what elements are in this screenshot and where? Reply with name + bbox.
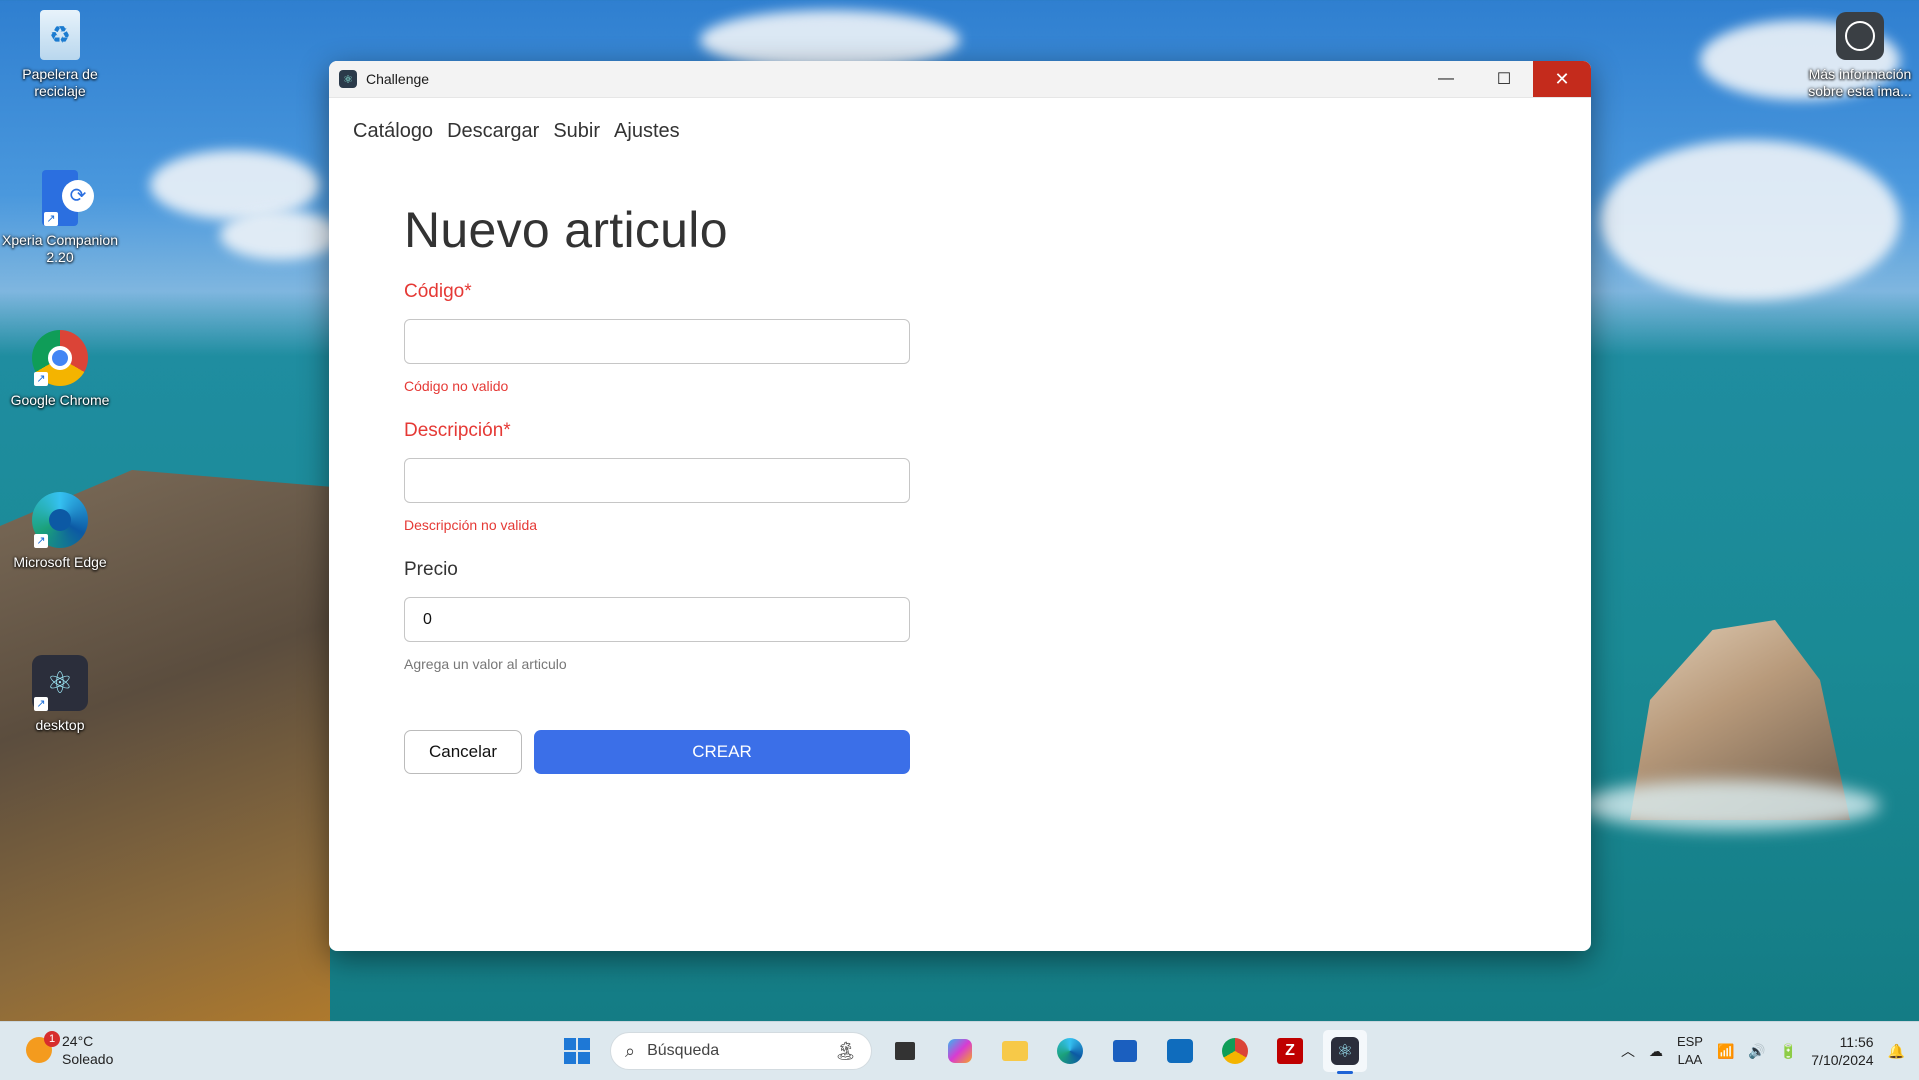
filezilla-button[interactable]: Z <box>1268 1030 1312 1072</box>
create-button[interactable]: CREAR <box>534 730 910 774</box>
outlook-button[interactable] <box>1158 1030 1202 1072</box>
task-view-button[interactable] <box>883 1030 927 1072</box>
codigo-label: Código* <box>404 281 472 302</box>
desktop-icon-electron[interactable]: ⚛ ↗ desktop <box>0 655 120 734</box>
chrome-icon <box>1222 1038 1248 1064</box>
shortcut-arrow-icon: ↗ <box>44 212 58 226</box>
app-window: ⚛ Challenge — ☐ ✕ Catálogo Descargar Sub… <box>329 61 1591 951</box>
lang-bottom: LAA <box>1677 1052 1703 1067</box>
chrome-icon: ↗ <box>32 330 88 386</box>
store-icon <box>1113 1040 1137 1062</box>
cloud <box>150 150 320 220</box>
cloud <box>220 210 340 260</box>
taskbar-center: ⌕ Búsqueda 🏝 Z ⚛ <box>555 1030 1367 1074</box>
chrome-button[interactable] <box>1213 1030 1257 1072</box>
codigo-error: Código no valido <box>404 378 509 394</box>
desktop-info-widget[interactable]: Más información sobre esta ima... <box>1800 12 1919 100</box>
desktop-icon-label: Google Chrome <box>10 392 110 408</box>
nav-subir[interactable]: Subir <box>553 120 600 143</box>
nav-catalogo[interactable]: Catálogo <box>353 120 433 143</box>
chevron-up-icon[interactable]: ︿ <box>1621 1041 1635 1061</box>
desktop-icon-recycle-bin[interactable]: ♻ Papelera de reciclaje <box>0 10 120 100</box>
clock-time: 11:56 <box>1839 1034 1874 1050</box>
bell-icon[interactable]: 🔔 <box>1888 1043 1905 1060</box>
edge-icon <box>1057 1038 1083 1064</box>
sun-icon: 1 <box>26 1031 60 1063</box>
search-box[interactable]: ⌕ Búsqueda 🏝 <box>610 1032 872 1070</box>
precio-helper: Agrega un valor al articulo <box>404 656 567 672</box>
info-widget-label: Más información sobre esta ima... <box>1808 66 1912 99</box>
notification-badge: 1 <box>44 1031 60 1047</box>
edge-icon: ↗ <box>32 492 88 548</box>
onedrive-icon[interactable]: ☁ <box>1649 1043 1663 1060</box>
recycle-bin-icon: ♻ <box>40 10 80 60</box>
codigo-input[interactable] <box>404 319 910 364</box>
main-nav: Catálogo Descargar Subir Ajustes <box>329 98 1591 143</box>
desktop-icon-label: Microsoft Edge <box>13 554 107 570</box>
form-actions: Cancelar CREAR <box>404 730 912 774</box>
new-article-form: Nuevo articulo Código* Código no valido … <box>404 201 912 774</box>
descripcion-label: Descripción* <box>404 420 511 441</box>
page-title: Nuevo articulo <box>404 202 728 258</box>
system-tray: ︿ ☁ ESP LAA 📶 🔊 🔋 11:56 7/10/2024 🔔 <box>1621 1030 1919 1072</box>
electron-icon: ⚛ ↗ <box>32 655 88 711</box>
clock[interactable]: 11:56 7/10/2024 <box>1811 1033 1873 1069</box>
desktop-icon-label: desktop <box>35 717 85 733</box>
shortcut-arrow-icon: ↗ <box>34 697 48 711</box>
camera-icon <box>1836 12 1884 60</box>
window-controls: — ☐ ✕ <box>1417 61 1591 97</box>
wifi-icon[interactable]: 📶 <box>1717 1043 1734 1060</box>
desktop-icon-xperia[interactable]: ⟳ ↗ Xperia Companion 2.20 <box>0 170 120 266</box>
volume-icon[interactable]: 🔊 <box>1748 1043 1765 1060</box>
cloud <box>1600 140 1900 300</box>
close-button[interactable]: ✕ <box>1533 61 1591 97</box>
start-button[interactable] <box>555 1030 599 1072</box>
windows-logo-icon <box>564 1038 590 1064</box>
search-icon: ⌕ <box>625 1040 636 1061</box>
cancel-button[interactable]: Cancelar <box>404 730 522 774</box>
shortcut-arrow-icon: ↗ <box>34 534 48 548</box>
desktop-icon-label: Xperia Companion 2.20 <box>2 232 118 265</box>
electron-app-button[interactable]: ⚛ <box>1323 1030 1367 1074</box>
nav-descargar[interactable]: Descargar <box>447 120 539 143</box>
search-placeholder: Búsqueda <box>647 1042 720 1059</box>
sea-foam <box>1580 780 1880 830</box>
filezilla-icon: Z <box>1277 1038 1303 1064</box>
file-explorer-icon <box>1002 1041 1028 1061</box>
title-bar: ⚛ Challenge — ☐ ✕ <box>329 61 1591 98</box>
store-button[interactable] <box>1103 1030 1147 1072</box>
minimize-button[interactable]: — <box>1417 61 1475 97</box>
desktop-icon-chrome[interactable]: ↗ Google Chrome <box>0 330 120 409</box>
weather-widget[interactable]: 1 24°C Soleado <box>26 1031 114 1068</box>
xperia-icon: ⟳ ↗ <box>42 170 94 226</box>
descripcion-input[interactable] <box>404 458 910 503</box>
descripcion-error: Descripción no valida <box>404 517 538 533</box>
maximize-button[interactable]: ☐ <box>1475 61 1533 97</box>
desktop-icon-edge[interactable]: ↗ Microsoft Edge <box>0 492 120 571</box>
weather-condition: Soleado <box>62 1051 114 1067</box>
electron-icon: ⚛ <box>339 70 357 88</box>
precio-input[interactable] <box>404 597 910 642</box>
copilot-icon <box>948 1039 972 1063</box>
taskbar: 1 24°C Soleado ⌕ Búsqueda 🏝 Z ⚛ ︿ ☁ ESP … <box>0 1021 1919 1080</box>
file-explorer-button[interactable] <box>993 1030 1037 1072</box>
weather-temp: 24°C <box>62 1033 94 1049</box>
island-illustration-icon: 🏝 <box>834 1040 857 1061</box>
lang-top: ESP <box>1676 1034 1703 1049</box>
nav-ajustes[interactable]: Ajustes <box>614 120 680 143</box>
electron-icon: ⚛ <box>1331 1037 1359 1065</box>
battery-icon[interactable]: 🔋 <box>1780 1043 1797 1060</box>
task-view-icon <box>895 1042 915 1060</box>
language-indicator[interactable]: ESP LAA <box>1677 1033 1703 1069</box>
window-title: Challenge <box>366 71 430 87</box>
clock-date: 7/10/2024 <box>1811 1052 1874 1068</box>
desktop-icon-label: Papelera de reciclaje <box>22 66 98 99</box>
copilot-button[interactable] <box>938 1030 982 1072</box>
edge-button[interactable] <box>1048 1030 1092 1072</box>
outlook-icon <box>1167 1039 1193 1063</box>
precio-label: Precio <box>404 559 458 580</box>
shortcut-arrow-icon: ↗ <box>34 372 48 386</box>
